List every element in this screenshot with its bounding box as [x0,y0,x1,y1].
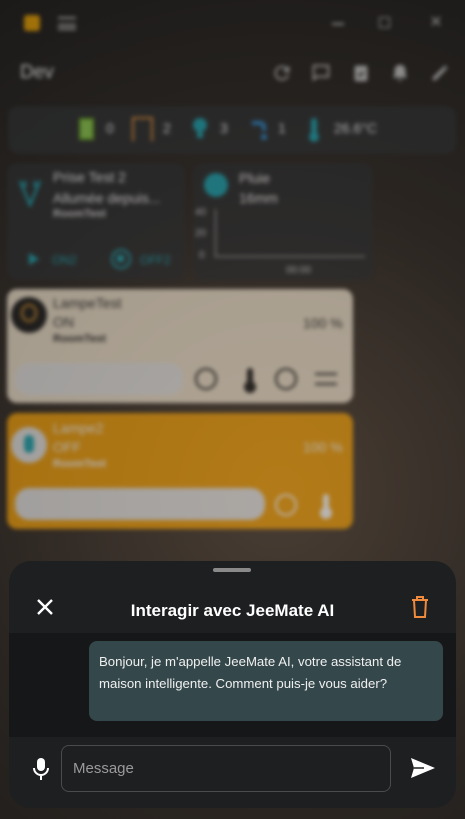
chat-bottom-sheet: Interagir avec JeeMate AI Bonjour, je m'… [9,561,456,808]
send-icon[interactable] [410,757,436,779]
chat-header: Interagir avec JeeMate AI [9,575,456,633]
chat-title: Interagir avec JeeMate AI [130,601,335,620]
message-input[interactable] [61,745,391,792]
message-list: Bonjour, je m'appelle JeeMate AI, votre … [9,633,456,737]
assistant-message-bubble: Bonjour, je m'appelle JeeMate AI, votre … [89,641,443,721]
microphone-icon[interactable] [32,757,50,781]
trash-icon[interactable] [409,595,431,619]
drag-handle[interactable] [213,568,251,572]
